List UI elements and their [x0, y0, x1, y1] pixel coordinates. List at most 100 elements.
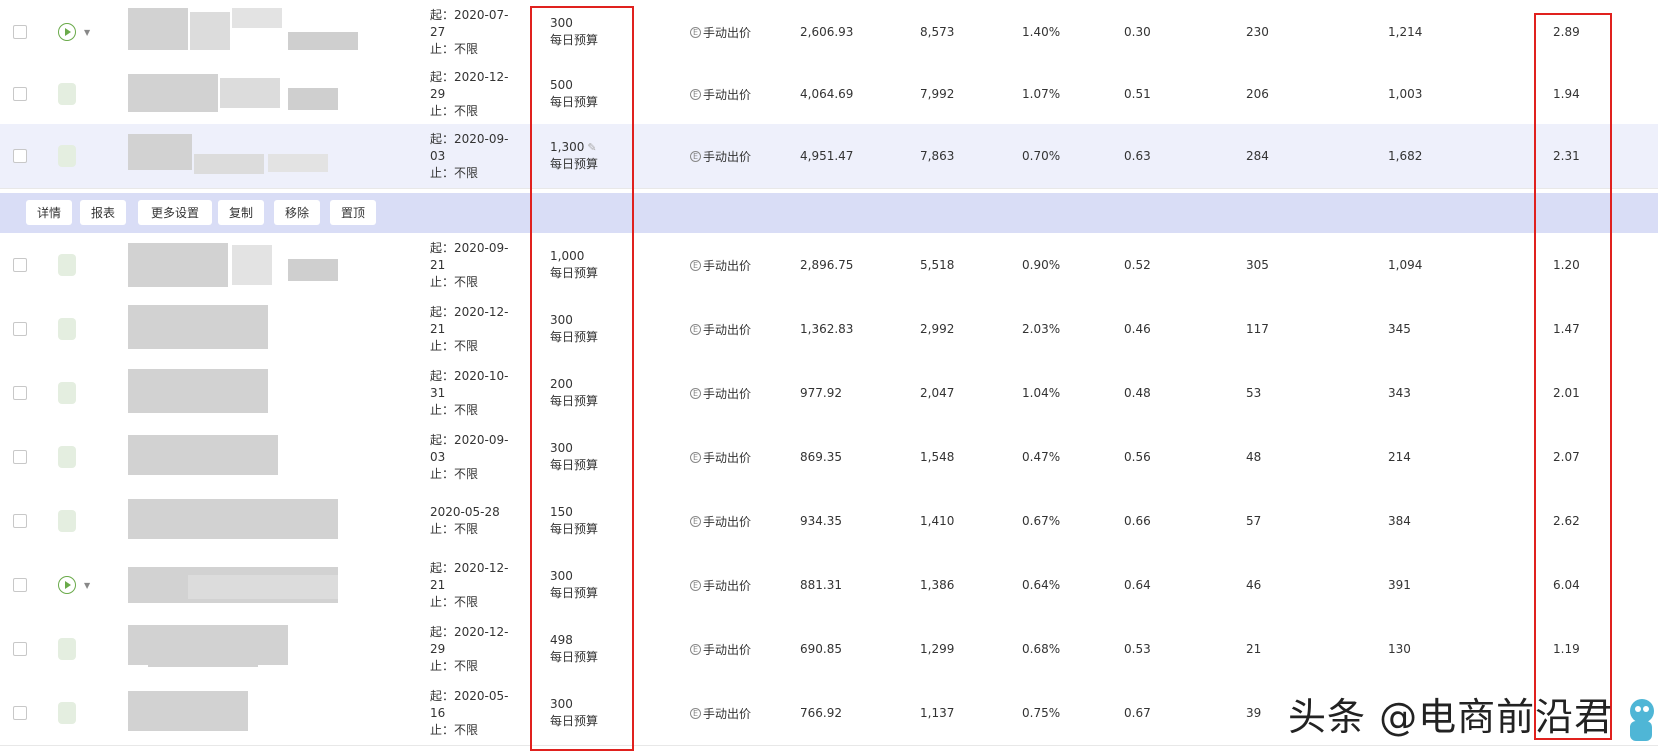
- bid-type-label: 手动出价: [703, 578, 752, 593]
- pencil-icon[interactable]: ✎: [587, 141, 596, 154]
- budget-cell[interactable]: 1,300 ✎ 每日预算: [550, 124, 630, 188]
- budget-cell[interactable]: 300 每日预算: [550, 553, 630, 617]
- budget-cell[interactable]: 150 每日预算: [550, 489, 630, 553]
- budget-cell[interactable]: 500 每日预算: [550, 62, 630, 126]
- status-icon[interactable]: [58, 254, 76, 276]
- status-toggle[interactable]: [58, 124, 108, 188]
- chevron-down-icon[interactable]: ▼: [84, 28, 90, 37]
- status-toggle[interactable]: [58, 62, 108, 126]
- start-date: 2020-05-28: [430, 505, 500, 519]
- campaign-name-blurred[interactable]: [128, 497, 348, 545]
- budget-value[interactable]: 300: [550, 15, 573, 32]
- ctr-cell: 1.40%: [1022, 25, 1061, 39]
- budget-value[interactable]: 200: [550, 376, 573, 393]
- budget-cell[interactable]: 498 每日预算: [550, 617, 630, 681]
- budget-cell[interactable]: 300 每日预算: [550, 425, 630, 489]
- campaign-name-blurred[interactable]: [128, 70, 348, 118]
- status-icon[interactable]: [58, 145, 76, 167]
- budget-value[interactable]: 1,000: [550, 248, 584, 265]
- orders-cell: 53: [1246, 386, 1262, 400]
- budget-value[interactable]: 500: [550, 77, 573, 94]
- status-icon[interactable]: [58, 83, 76, 105]
- row-checkbox[interactable]: [13, 124, 27, 188]
- status-toggle[interactable]: [58, 233, 108, 297]
- budget-value[interactable]: 498: [550, 632, 573, 649]
- budget-value[interactable]: 300: [550, 440, 573, 457]
- budget-value[interactable]: 150: [550, 504, 573, 521]
- row-checkbox[interactable]: [13, 0, 27, 64]
- start-date: 起：2020-09-03: [430, 131, 509, 163]
- row-checkbox[interactable]: [13, 233, 27, 297]
- status-icon[interactable]: [58, 382, 76, 404]
- ctr-cell: 0.47%: [1022, 450, 1061, 464]
- schedule-cell: 起：2020-05-16 止：不限: [430, 681, 520, 745]
- row-checkbox[interactable]: [13, 681, 27, 745]
- campaign-name-blurred[interactable]: [128, 305, 348, 353]
- end-date: 止：不限: [430, 402, 479, 417]
- ctr-cell: 1.04%: [1022, 386, 1061, 400]
- schedule-cell: 起：2020-12-21 止：不限: [430, 553, 520, 617]
- budget-cell[interactable]: 200 每日预算: [550, 361, 630, 425]
- budget-cell[interactable]: 300 每日预算: [550, 681, 630, 745]
- status-toggle[interactable]: [58, 297, 108, 361]
- budget-value[interactable]: 1,300 ✎: [550, 139, 597, 156]
- status-toggle[interactable]: [58, 681, 108, 745]
- row-checkbox[interactable]: [13, 617, 27, 681]
- table-row: 起：2020-09-21 止：不限 1,000 每日预算 E 手动出价 2,896.75 5,…: [0, 233, 1658, 298]
- row-checkbox[interactable]: [13, 425, 27, 489]
- status-icon[interactable]: [58, 446, 76, 468]
- row-checkbox[interactable]: [13, 361, 27, 425]
- budget-value[interactable]: 300: [550, 312, 573, 329]
- budget-value[interactable]: 300: [550, 696, 573, 713]
- status-toggle[interactable]: [58, 617, 108, 681]
- row-checkbox[interactable]: [13, 489, 27, 553]
- roi-cell: 2.89: [1553, 25, 1580, 39]
- action-button-5[interactable]: 移除: [274, 200, 320, 225]
- campaign-name-blurred[interactable]: [128, 8, 358, 56]
- impressions-cell: 1,548: [920, 450, 955, 464]
- status-toggle[interactable]: [58, 361, 108, 425]
- status-icon[interactable]: [58, 702, 76, 724]
- orders-cell: 305: [1246, 258, 1269, 272]
- end-date: 止：不限: [430, 165, 479, 180]
- table-row: 起：2020-10-31 止：不限 200 每日预算 E 手动出价 977.92 2,047 1…: [0, 361, 1658, 426]
- status-toggle[interactable]: ▼: [58, 0, 108, 64]
- ctr-cell: 0.90%: [1022, 258, 1061, 272]
- campaign-name-blurred[interactable]: [128, 369, 348, 417]
- budget-cell[interactable]: 300 每日预算: [550, 0, 630, 64]
- chevron-down-icon[interactable]: ▼: [84, 581, 90, 590]
- spend-cell: 977.92: [800, 386, 842, 400]
- status-icon[interactable]: [58, 510, 76, 532]
- campaign-name-blurred[interactable]: [128, 241, 348, 289]
- row-checkbox[interactable]: [13, 297, 27, 361]
- budget-value[interactable]: 300: [550, 568, 573, 585]
- campaign-name-blurred[interactable]: [128, 625, 348, 673]
- impressions-cell: 1,137: [920, 706, 955, 720]
- status-toggle[interactable]: [58, 489, 108, 553]
- row-checkbox[interactable]: [13, 62, 27, 126]
- budget-cell[interactable]: 1,000 每日预算: [550, 233, 630, 297]
- budget-cell[interactable]: 300 每日预算: [550, 297, 630, 361]
- action-button-2[interactable]: 报表: [80, 200, 126, 225]
- schedule-cell: 2020-05-28 止：不限: [430, 489, 520, 553]
- status-icon[interactable]: [58, 318, 76, 340]
- play-icon[interactable]: [58, 23, 76, 41]
- campaign-name-blurred[interactable]: [128, 433, 348, 481]
- table-row: ▼ 起：2020-12-21 止：不限 300 每日预算 E 手动出价 881.31 1,386…: [0, 553, 1658, 618]
- action-button-6[interactable]: 置顶: [330, 200, 376, 225]
- status-toggle[interactable]: ▼: [58, 553, 108, 617]
- play-icon[interactable]: [58, 576, 76, 594]
- action-button-4[interactable]: 复制: [218, 200, 264, 225]
- campaign-name-blurred[interactable]: [128, 561, 348, 609]
- campaign-name-blurred[interactable]: [128, 132, 348, 180]
- status-toggle[interactable]: [58, 425, 108, 489]
- orders-cell: 206: [1246, 87, 1269, 101]
- action-button-3[interactable]: 更多设置: [138, 200, 212, 225]
- cpc-cell: 0.46: [1124, 322, 1151, 336]
- action-button-1[interactable]: 详情: [26, 200, 72, 225]
- table-row: ▼ 起：2020-07-27 止：不限 300 每日预算 E 手动出价 2,606.93 8,5…: [0, 0, 1658, 65]
- campaign-name-blurred[interactable]: [128, 689, 348, 737]
- status-icon[interactable]: [58, 638, 76, 660]
- start-date: 起：2020-12-21: [430, 304, 509, 336]
- row-checkbox[interactable]: [13, 553, 27, 617]
